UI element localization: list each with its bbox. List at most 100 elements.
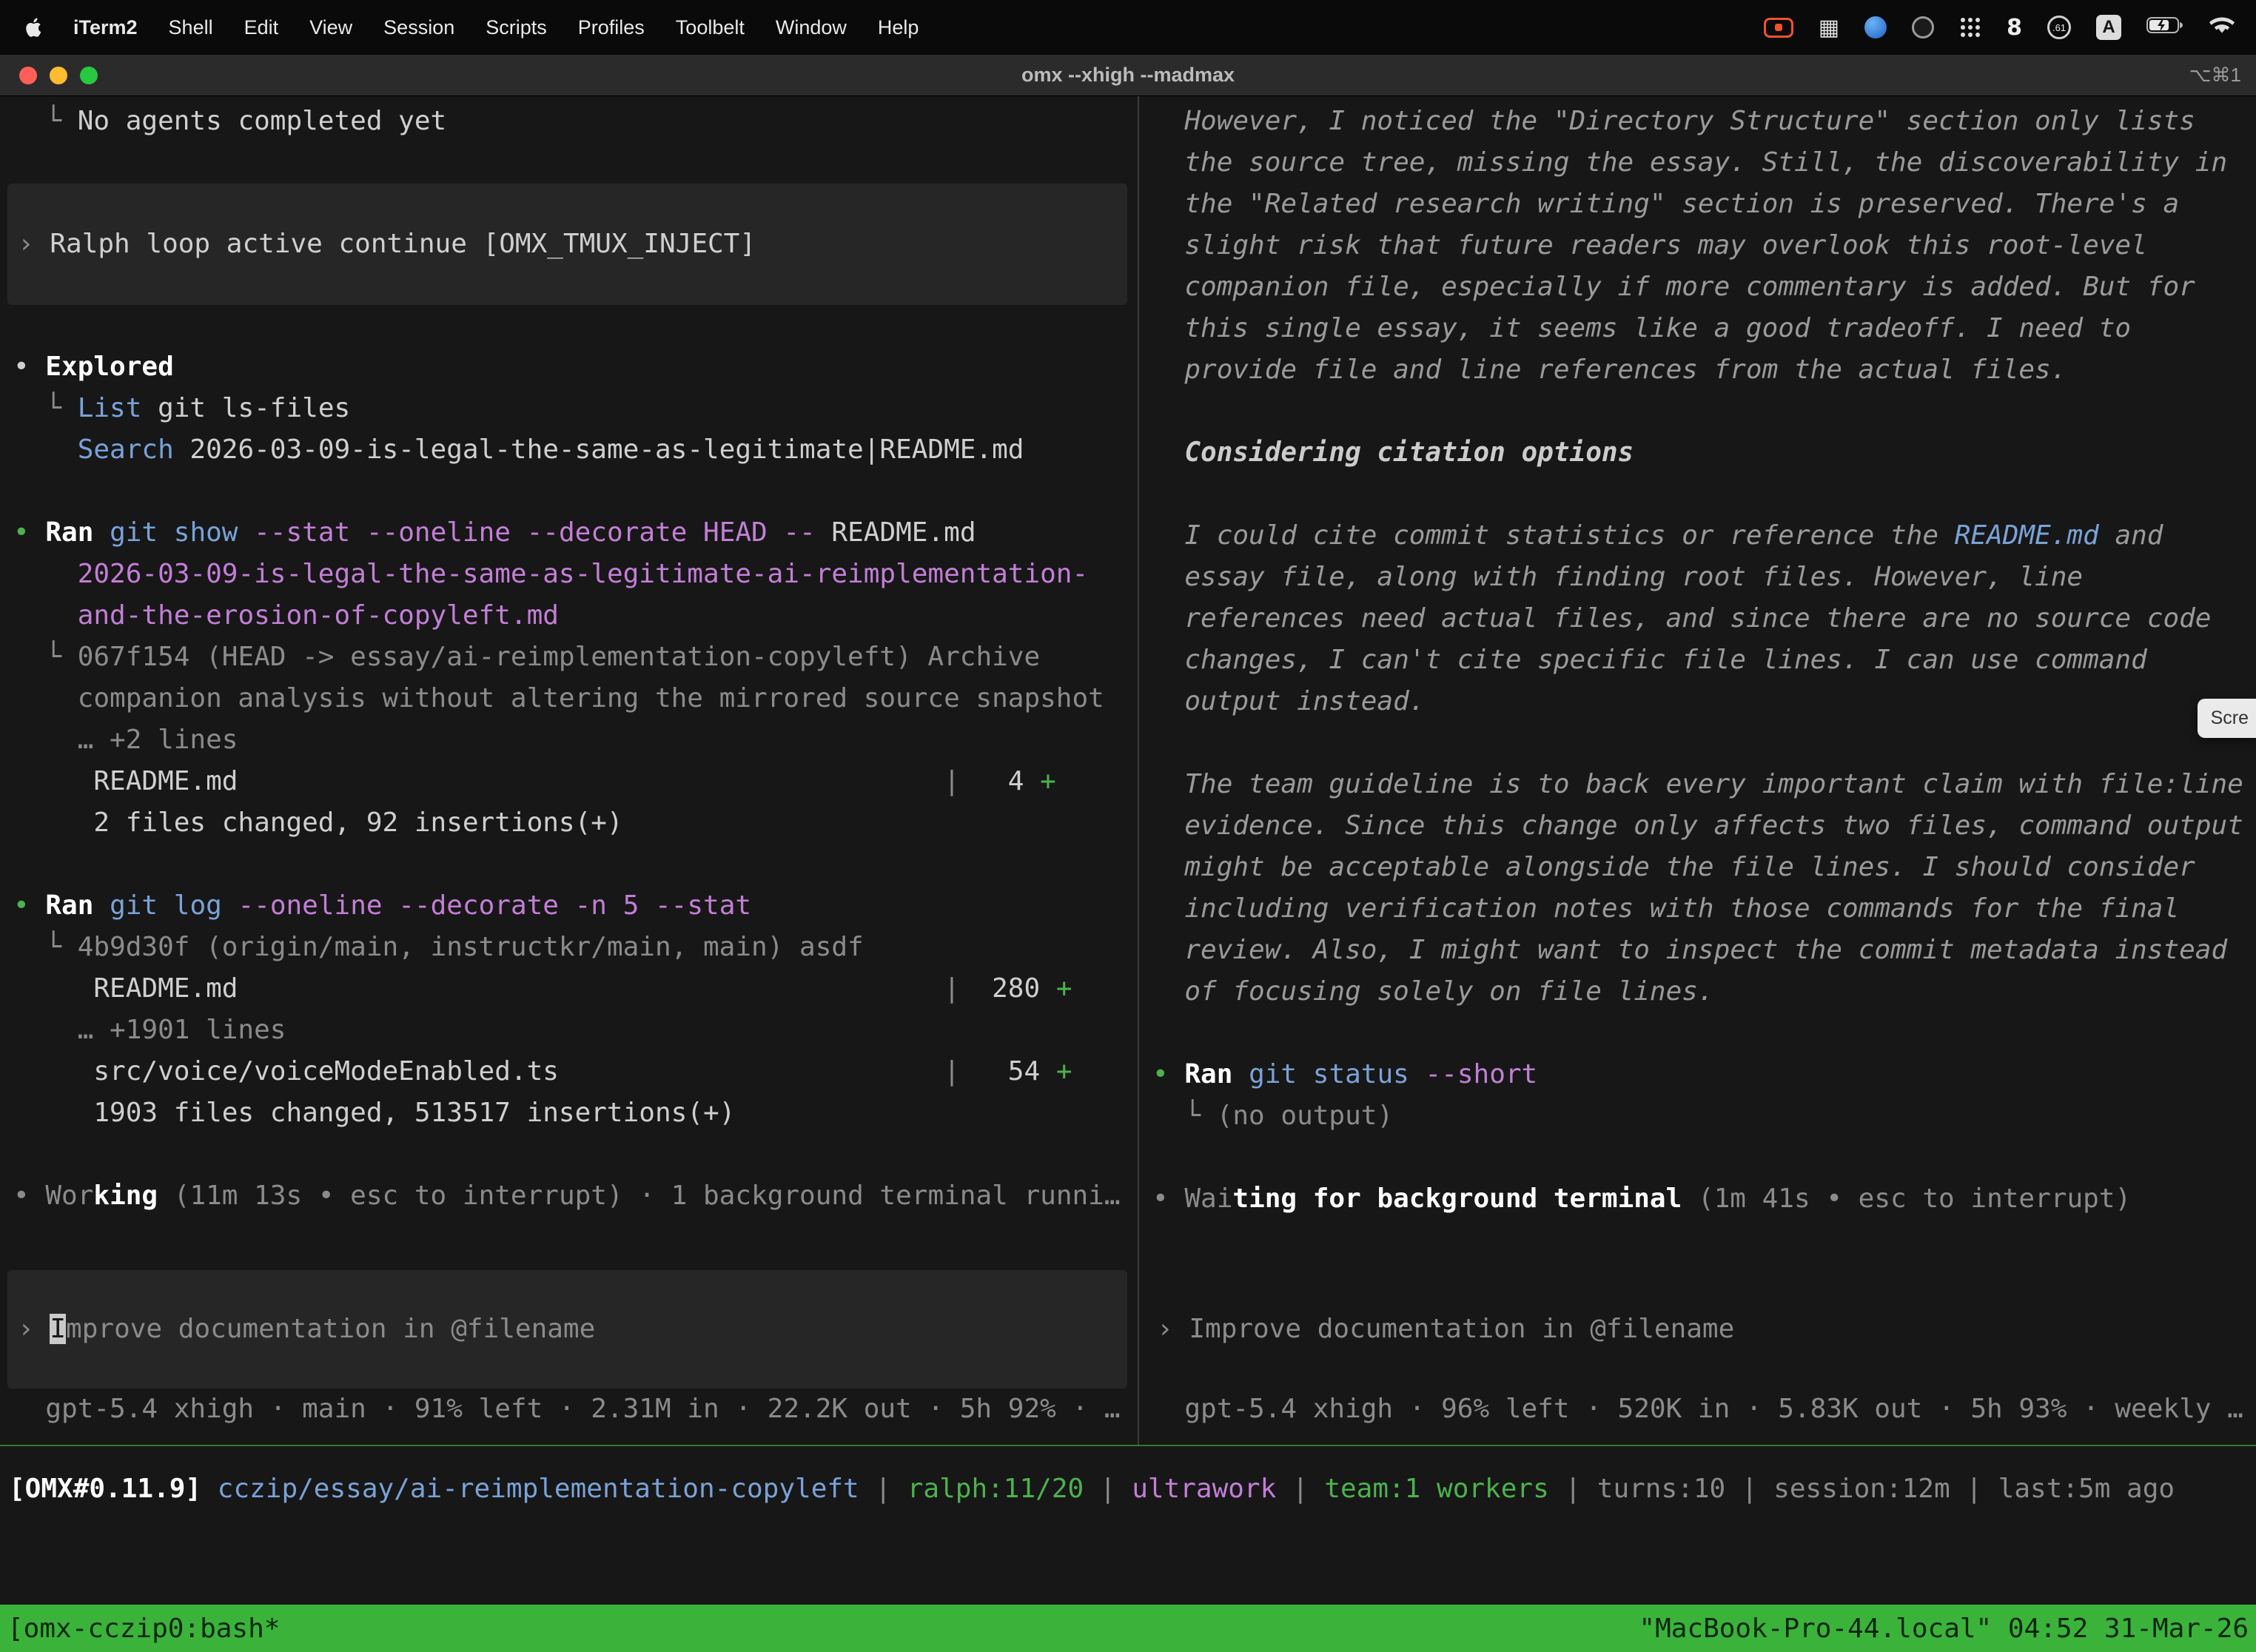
- text-segment: 54: [960, 1056, 1056, 1087]
- text-segment: |: [859, 1474, 907, 1504]
- terminal-line: • Working (11m 13s • esc to interrupt) ·…: [13, 1175, 1138, 1217]
- text-segment: 2026-03-09-is-legal-the-same-as-legitima…: [78, 559, 1088, 589]
- terminal-line: review. Also, I might want to inspect th…: [1152, 930, 2256, 971]
- text-segment: turns:10: [1597, 1474, 1725, 1504]
- text-segment: Explored: [45, 352, 173, 382]
- text-segment: Improve documentation in @filename: [1189, 1314, 1734, 1344]
- grid-icon[interactable]: ▦: [1819, 15, 1839, 41]
- screen-recording-indicator-icon[interactable]: [1764, 18, 1793, 38]
- text-segment: … +1901 lines: [13, 1015, 286, 1045]
- terminal-line: └ List git ls-files: [13, 388, 1138, 429]
- apple-menu-icon[interactable]: [21, 16, 58, 38]
- menu-item-shell[interactable]: Shell: [153, 16, 229, 39]
- terminal-line: • Ran git status --short: [1152, 1054, 2256, 1095]
- terminal-line: The team guideline is to back every impo…: [1152, 764, 2256, 805]
- menu-item-window[interactable]: Window: [760, 16, 862, 39]
- terminal-line: evidence. Since this change only affects…: [1152, 805, 2256, 847]
- terminal-line: [13, 471, 1138, 512]
- close-button[interactable]: [19, 67, 37, 84]
- tmux-session-label: [omx-cczip0:bash*: [7, 1614, 280, 1644]
- text-segment: might be acceptable alongside the file l…: [1152, 852, 2195, 882]
- wifi-icon[interactable]: [2209, 15, 2235, 41]
- text-segment: git show: [110, 517, 238, 548]
- terminal-line: companion file, especially if more comme…: [1152, 266, 2256, 308]
- text-segment: •: [13, 1181, 45, 1211]
- text-segment: this single essay, it seems like a good …: [1152, 313, 2131, 343]
- text-segment: 4: [960, 766, 1040, 796]
- terminal-line: › Ralph loop active continue [OMX_TMUX_I…: [18, 224, 1117, 265]
- terminal-line: • Waiting for background terminal (1m 41…: [1152, 1178, 2256, 1220]
- text-segment: Ralph loop active continue [OMX_TMUX_INJ…: [50, 229, 756, 259]
- menu-item-session[interactable]: Session: [368, 16, 470, 39]
- gauge-icon[interactable]: .61: [2047, 16, 2071, 39]
- menu-bar: iTerm2 Shell Edit View Session Scripts P…: [0, 0, 2256, 55]
- text-segment: [559, 1056, 944, 1087]
- screen: iTerm2 Shell Edit View Session Scripts P…: [0, 0, 2256, 1652]
- text-segment: the source tree, missing the essay. Stil…: [1152, 147, 2227, 178]
- right-pane[interactable]: However, I noticed the "Directory Struct…: [1139, 96, 2256, 1445]
- terminal-line: • Ran git show --stat --oneline --decora…: [13, 512, 1138, 554]
- text-segment: of focusing solely on file lines.: [1152, 976, 1714, 1007]
- text-segment: Ran: [1184, 1059, 1232, 1089]
- terminal-line: [1152, 474, 2256, 515]
- menu-bar-left: iTerm2 Shell Edit View Session Scripts P…: [21, 16, 934, 39]
- terminal-line: changes, I can't cite specific file line…: [1152, 639, 2256, 681]
- text-segment: git log: [110, 890, 222, 921]
- left-model-status: gpt-5.4 xhigh · main · 91% left · 2.31M …: [13, 1389, 1138, 1430]
- recording-dot-icon: [1775, 24, 1782, 31]
- minimize-button[interactable]: [50, 67, 67, 84]
- text-segment: mprove documentation in @filename: [66, 1314, 595, 1344]
- text-segment: ultrawork: [1132, 1474, 1276, 1504]
- text-segment: ting for background terminal: [1232, 1183, 1682, 1214]
- text-segment: … +2 lines: [13, 725, 238, 755]
- text-segment: +: [1056, 1056, 1072, 1087]
- blue-app-icon[interactable]: [1864, 16, 1887, 38]
- text-segment: [238, 517, 254, 548]
- menu-item-iterm2[interactable]: iTerm2: [58, 16, 153, 39]
- dark-app-icon[interactable]: [1912, 16, 1934, 38]
- terminal-line: [OMX#0.11.9] cczip/essay/ai-reimplementa…: [9, 1468, 2256, 1510]
- menu-item-toolbelt[interactable]: Toolbelt: [660, 16, 760, 39]
- text-segment: Wai: [1184, 1183, 1232, 1214]
- text-segment: the "Related research writing" section i…: [1152, 189, 2179, 219]
- terminal-line: 2026-03-09-is-legal-the-same-as-legitima…: [13, 554, 1138, 595]
- text-segment: |: [1276, 1474, 1324, 1504]
- text-segment: |: [944, 973, 960, 1004]
- text-segment: +: [1040, 766, 1056, 796]
- left-prompt-input[interactable]: › Improve documentation in @filename: [7, 1270, 1127, 1389]
- eight-icon[interactable]: 8: [2007, 15, 2022, 41]
- terminal-line: [1152, 1013, 2256, 1054]
- text-segment: README.md: [13, 766, 238, 796]
- menu-item-edit[interactable]: Edit: [229, 16, 295, 39]
- window-title-bar[interactable]: omx --xhigh --madmax ⌥⌘1: [0, 55, 2256, 96]
- text-segment: last:5m ago: [1998, 1474, 2175, 1504]
- right-prompt-input[interactable]: › Improve documentation in @filename: [1147, 1270, 2246, 1389]
- text-segment: •: [13, 517, 45, 548]
- input-source-icon[interactable]: A: [2096, 15, 2121, 40]
- zoom-button[interactable]: [80, 67, 98, 84]
- left-transcript: • Explored └ List git ls-files Search 20…: [13, 346, 1138, 1217]
- text-segment: (no output): [1217, 1101, 1393, 1131]
- text-segment: |: [1549, 1474, 1597, 1504]
- text-segment: |: [944, 1056, 960, 1087]
- battery-icon[interactable]: [2146, 16, 2183, 40]
- menu-item-view[interactable]: View: [294, 16, 368, 39]
- left-pane[interactable]: └ No agents completed yet › Ralph loop a…: [0, 96, 1139, 1445]
- text-segment: [13, 559, 78, 589]
- text-segment: 4b9d30f (origin/main, instructkr/main, m…: [78, 932, 864, 962]
- terminal-line: • Explored: [13, 346, 1138, 388]
- text-segment: git ls-files: [141, 393, 350, 423]
- text-segment: README.md: [1955, 520, 2099, 551]
- window-shortcut: ⌥⌘1: [2189, 64, 2241, 87]
- terminal-line: › Improve documentation in @filename: [18, 1309, 1117, 1350]
- menu-item-profiles[interactable]: Profiles: [563, 16, 660, 39]
- terminal-line: Considering citation options: [1152, 432, 2256, 474]
- terminal-line: the source tree, missing the essay. Stil…: [1152, 142, 2256, 184]
- menu-item-help[interactable]: Help: [862, 16, 935, 39]
- app-grid-icon[interactable]: [1959, 16, 1981, 38]
- text-segment: and: [2099, 520, 2163, 551]
- menu-bar-status-icons: ▦ 8 .61 A: [1764, 15, 2235, 41]
- terminal-line: [1152, 1137, 2256, 1178]
- menu-item-scripts[interactable]: Scripts: [470, 16, 563, 39]
- text-segment: companion file, especially if more comme…: [1152, 272, 2195, 302]
